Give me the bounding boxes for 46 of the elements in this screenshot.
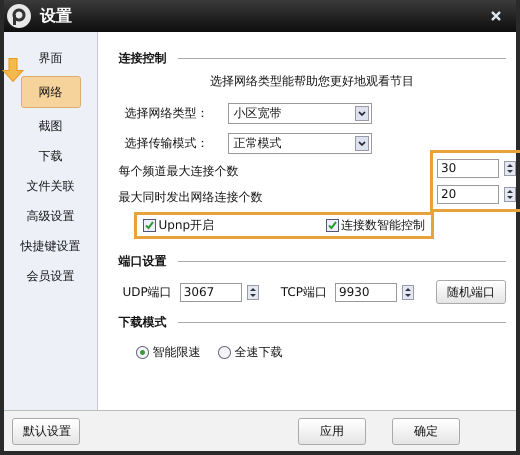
sidebar-item[interactable]: 快捷键设置 (20, 234, 82, 258)
field-label: 选择网络类型： (123, 104, 210, 122)
arrow-icon (2, 58, 24, 82)
dropdown[interactable]: 正常模式 (228, 132, 372, 154)
default-settings-button[interactable]: 默认设置 (12, 418, 80, 444)
field-label: 选择传输模式： (123, 134, 210, 152)
field-label: 每个频道最大连接个数 (118, 162, 238, 180)
sidebar-item[interactable]: 界面 (20, 46, 82, 70)
checkbox-label[interactable]: Upnp开启 (158, 217, 214, 234)
caret-icon (355, 106, 370, 120)
section-heading: 下载模式 (118, 314, 166, 331)
radio-button[interactable] (218, 346, 232, 358)
sidebar-item[interactable]: 网络 (20, 76, 81, 108)
spin-buttons[interactable] (504, 186, 516, 202)
caret-icon (355, 136, 370, 150)
checkbox[interactable] (326, 219, 339, 232)
spin-buttons[interactable] (402, 284, 414, 300)
input-field[interactable]: 9930 (335, 282, 397, 302)
spin-buttons[interactable] (504, 160, 516, 176)
dropdown[interactable]: 小区宽带 (228, 102, 372, 124)
close-icon[interactable] (490, 10, 502, 22)
radio-label[interactable]: 全速下载 (234, 344, 282, 360)
random-port-button[interactable]: 随机端口 (436, 280, 506, 304)
section-heading: 连接控制 (118, 50, 166, 67)
window-title: 设置 (40, 6, 73, 26)
dialog-button[interactable]: 确定 (392, 418, 460, 444)
field-label: 最大同时发出网络连接个数 (118, 188, 262, 206)
checkbox-label[interactable]: 连接数智能控制 (341, 217, 425, 234)
sidebar-item[interactable]: 截图 (20, 114, 82, 138)
sidebar-item[interactable]: 下载 (20, 144, 82, 168)
app-logo-icon (6, 3, 32, 29)
input-field[interactable]: 3067 (180, 282, 242, 302)
field-label: UDP端口 (122, 284, 172, 300)
radio-button[interactable] (136, 346, 150, 358)
sidebar-item[interactable]: 文件关联 (20, 174, 82, 198)
spin-buttons[interactable] (246, 284, 259, 300)
input-field[interactable]: 30 (437, 158, 499, 178)
input-field[interactable]: 20 (437, 184, 499, 204)
sidebar-item[interactable]: 会员设置 (20, 264, 82, 288)
sidebar-item[interactable]: 高级设置 (20, 204, 82, 228)
hint-text: 选择网络类型能帮助您更好地观看节目 (209, 73, 416, 90)
radio-label[interactable]: 智能限速 (152, 344, 200, 360)
checkbox[interactable] (143, 219, 156, 232)
dialog-button[interactable]: 应用 (298, 418, 366, 444)
section-heading: 端口设置 (118, 253, 166, 270)
field-label: TCP端口 (280, 284, 327, 300)
